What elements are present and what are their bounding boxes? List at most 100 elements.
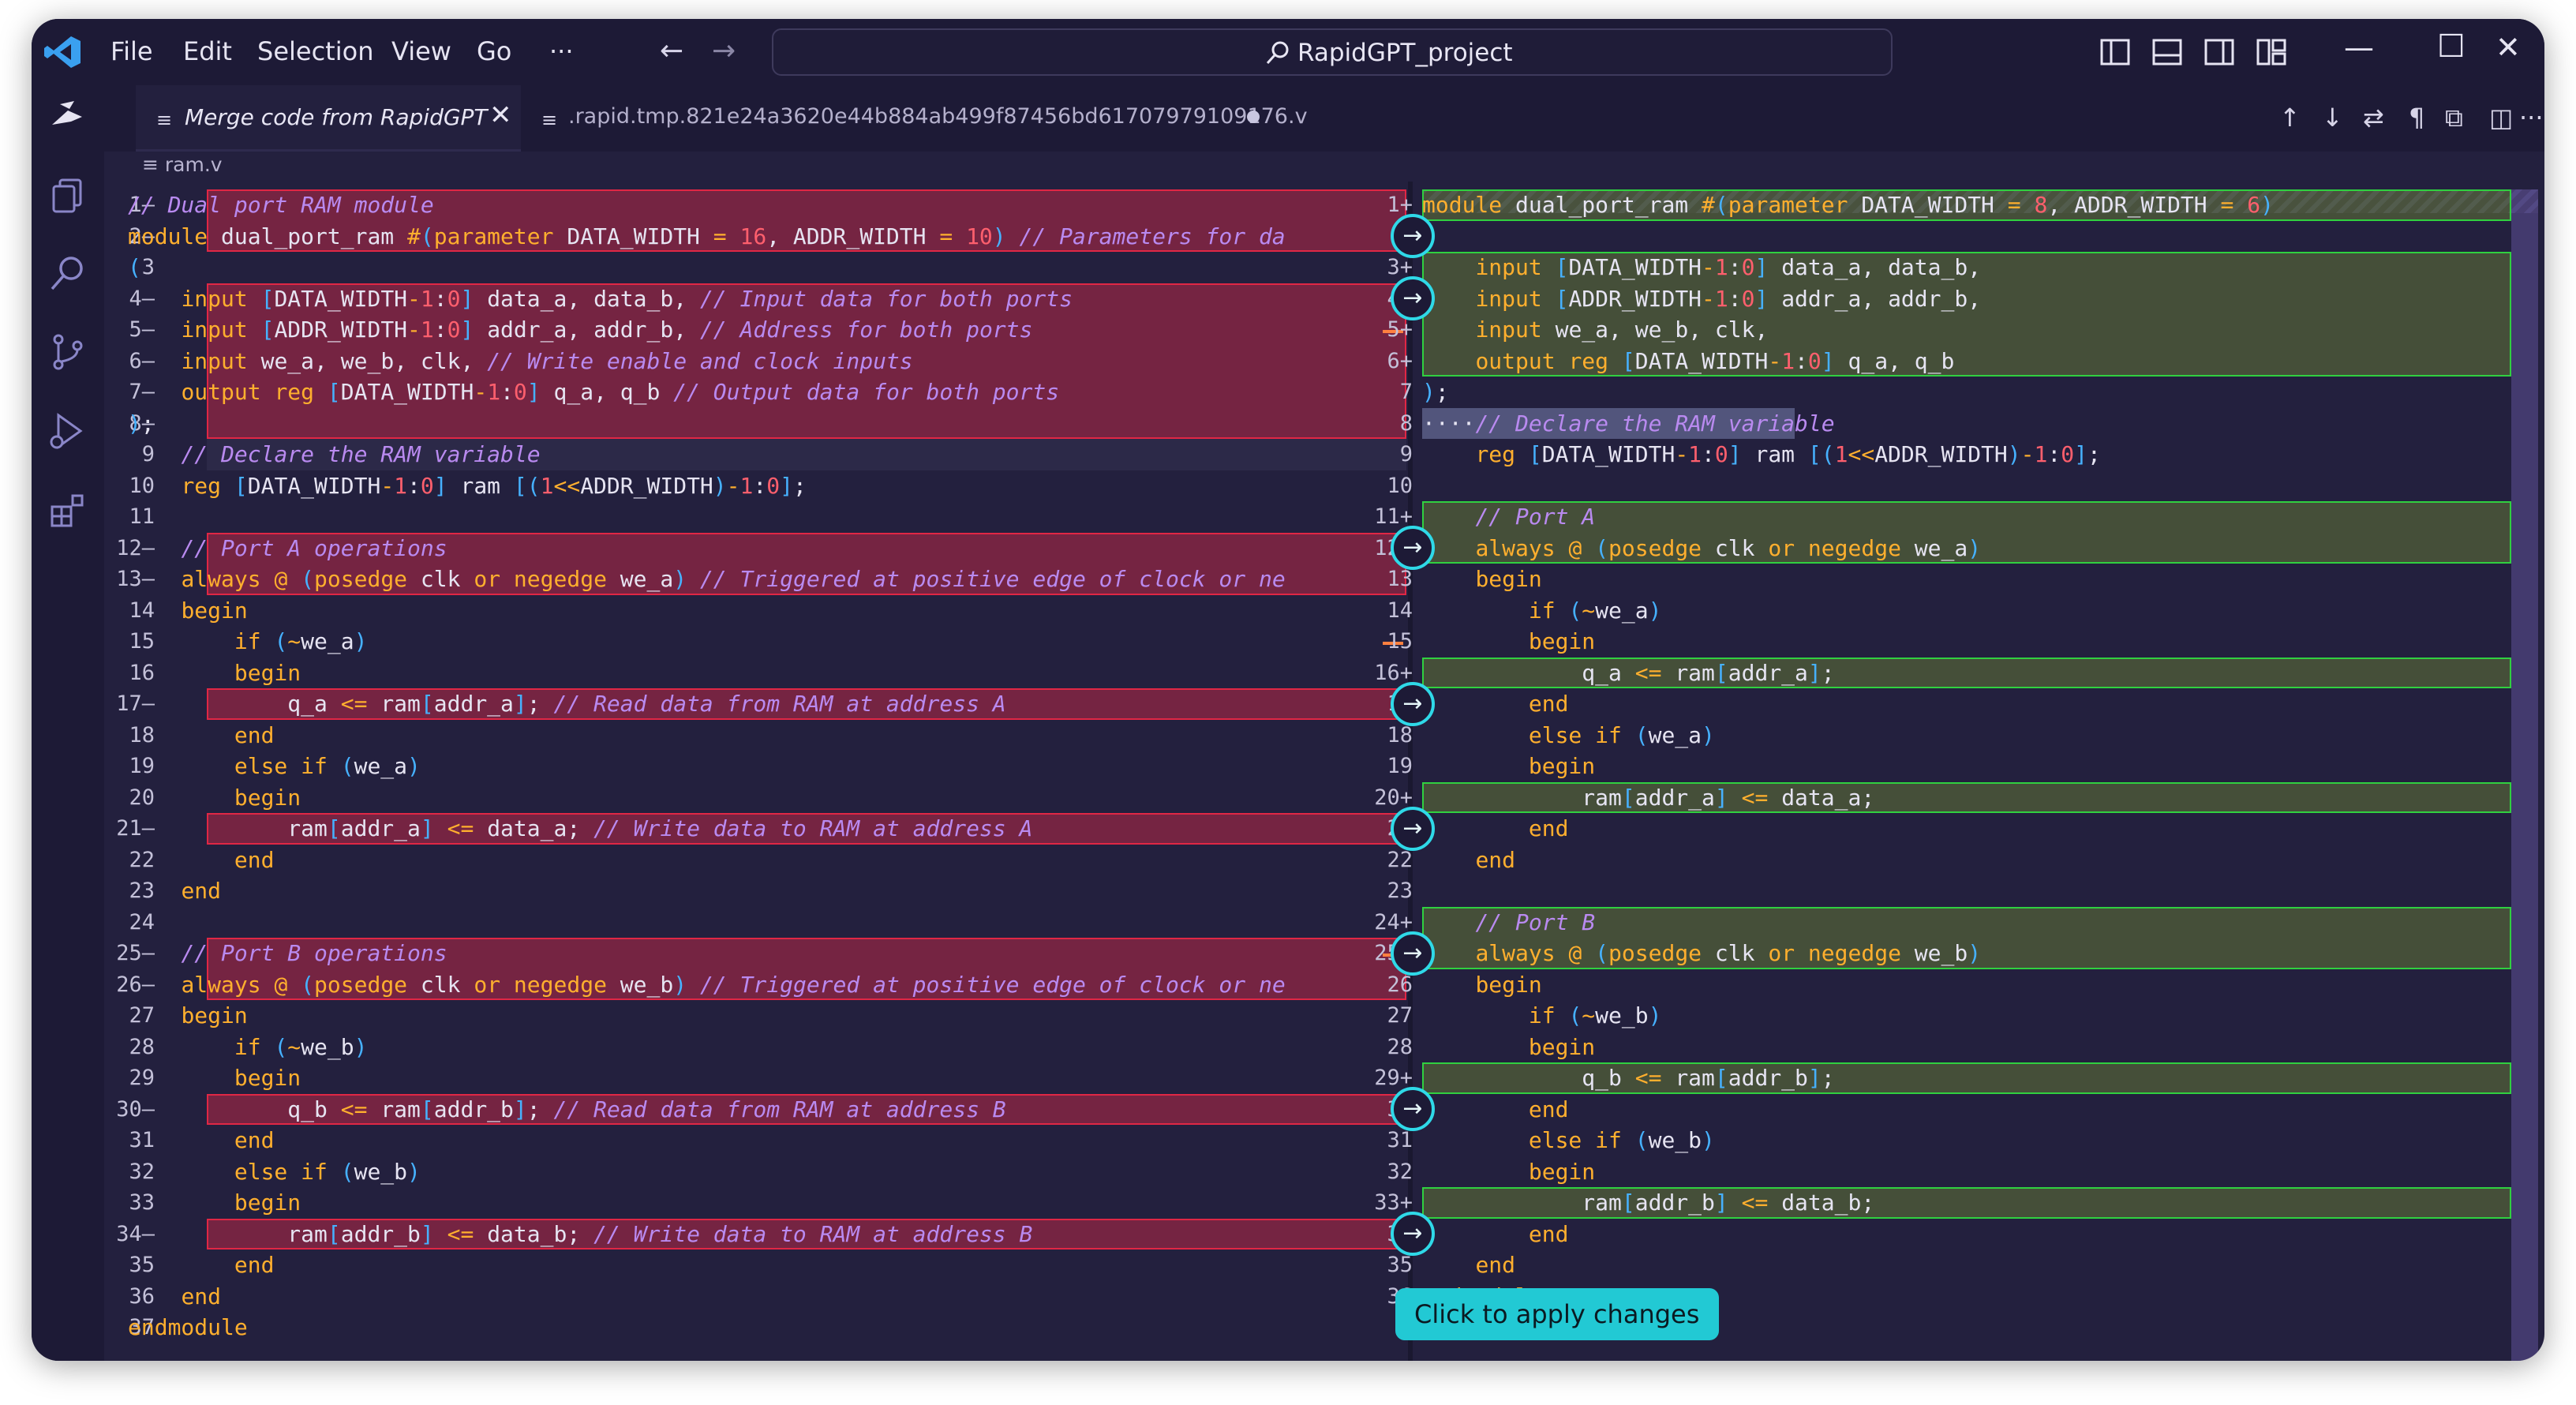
previous-change-icon[interactable]: ↑	[2279, 103, 2301, 133]
apply-change-arrow-button[interactable]: →	[1391, 276, 1435, 321]
code-line[interactable]: end	[128, 845, 275, 876]
code-line[interactable]: always @ (posedge clk or negedge we_b) /…	[128, 969, 1285, 1001]
code-line[interactable]: begin	[1422, 1032, 1595, 1063]
diff-editor[interactable]: 1— 2— 3 4— 5— 6— 7— 8— 9 10 11 12— 13— 14 15 16 17— 18 19 2…	[104, 182, 2544, 1361]
apply-change-arrow-button[interactable]: →	[1391, 1212, 1435, 1257]
toggle-primary-sidebar-icon[interactable]	[2099, 36, 2131, 68]
command-search-box[interactable]: RapidGPT_project	[772, 28, 1893, 76]
split-editor-icon[interactable]: ◫	[2489, 103, 2513, 133]
code-line[interactable]: module dual_port_ram #(parameter DATA_WI…	[128, 221, 1286, 253]
code-line[interactable]: // Port A	[1422, 501, 1595, 533]
code-line[interactable]: );	[128, 408, 155, 440]
code-line[interactable]: q_a <= ram[addr_a];	[1422, 658, 1834, 689]
code-line[interactable]: input [ADDR_WIDTH-1:0] addr_a, addr_b,	[1422, 283, 1981, 315]
code-line[interactable]: else if (we_b)	[128, 1156, 421, 1188]
menu-view[interactable]: View	[391, 36, 451, 66]
code-line[interactable]: reg [DATA_WIDTH-1:0] ram [(1<<ADDR_WIDTH…	[128, 470, 806, 502]
menu-selection[interactable]: Selection	[257, 36, 373, 66]
next-change-icon[interactable]: ↓	[2322, 103, 2343, 133]
tab-merge-code[interactable]: ≡ Merge code from RapidGPT ✕	[136, 85, 521, 152]
toggle-panel-icon[interactable]	[2151, 36, 2183, 68]
show-whitespace-icon[interactable]: ¶	[2409, 103, 2424, 133]
back-arrow-icon[interactable]: ←	[660, 35, 683, 67]
code-line[interactable]: output reg [DATA_WIDTH-1:0] q_a, q_b // …	[128, 377, 1059, 408]
code-line[interactable]: // Port A operations	[128, 533, 447, 564]
apply-change-arrow-button[interactable]: →	[1391, 806, 1435, 851]
code-line[interactable]: q_b <= ram[addr_b];	[1422, 1062, 1834, 1094]
apply-change-arrow-button[interactable]: →	[1391, 1087, 1435, 1132]
code-line[interactable]: endmodule	[128, 1312, 248, 1343]
menu-edit[interactable]: Edit	[183, 36, 232, 66]
minimap[interactable]	[2511, 189, 2538, 1361]
code-line[interactable]: end	[1422, 845, 1515, 876]
breadcrumb[interactable]: ≡ ram.v	[142, 153, 223, 176]
code-line[interactable]: begin	[1422, 564, 1541, 595]
code-line[interactable]: );	[1422, 377, 1449, 408]
menu-file[interactable]: File	[110, 36, 153, 66]
close-window-icon[interactable]: ✕	[2496, 30, 2521, 65]
code-line[interactable]: begin	[1422, 626, 1595, 658]
code-line[interactable]: ····// Declare the RAM variable	[1422, 408, 1835, 440]
code-line[interactable]: end	[128, 1281, 221, 1313]
code-line[interactable]: begin	[1422, 1156, 1595, 1188]
code-line[interactable]: else if (we_a)	[1422, 720, 1715, 751]
code-line[interactable]: end	[128, 1125, 275, 1156]
code-line[interactable]: begin	[128, 1187, 301, 1219]
code-line[interactable]: if (~we_a)	[128, 626, 368, 658]
code-line[interactable]: // Declare the RAM variable	[128, 439, 540, 470]
code-line[interactable]: input we_a, we_b, clk,	[1422, 314, 1768, 346]
apply-change-arrow-button[interactable]: →	[1391, 931, 1435, 976]
run-debug-icon[interactable]	[47, 410, 88, 451]
code-line[interactable]: if (~we_b)	[128, 1032, 368, 1063]
menu-more[interactable]: ···	[549, 36, 574, 66]
code-line[interactable]: end	[1422, 1094, 1569, 1126]
code-line[interactable]: end	[1422, 688, 1569, 720]
code-line[interactable]: // Port B operations	[128, 938, 447, 969]
code-line[interactable]: output reg [DATA_WIDTH-1:0] q_a, q_b	[1422, 346, 1954, 377]
explorer-files-icon[interactable]	[47, 175, 88, 216]
minimize-icon[interactable]: —	[2344, 30, 2374, 65]
code-line[interactable]: else if (we_a)	[128, 751, 421, 782]
search-icon[interactable]	[47, 253, 88, 294]
code-line[interactable]: else if (we_b)	[1422, 1125, 1715, 1156]
code-line[interactable]: if (~we_b)	[1422, 1000, 1662, 1032]
code-line[interactable]: begin	[1422, 751, 1595, 782]
code-line[interactable]: end	[1422, 1219, 1569, 1250]
code-line[interactable]: q_b <= ram[addr_b]; // Read data from RA…	[128, 1094, 1005, 1126]
apply-change-arrow-button[interactable]: →	[1391, 526, 1435, 571]
code-line[interactable]: input we_a, we_b, clk, // Write enable a…	[128, 346, 912, 377]
apply-change-arrow-button[interactable]: →	[1391, 214, 1435, 259]
rapidgpt-icon[interactable]	[47, 93, 88, 134]
code-line[interactable]: always @ (posedge clk or negedge we_a)	[1422, 533, 1981, 564]
tab-tmp-file[interactable]: ≡ .rapid.tmp.821e24a3620e44b884ab499f874…	[521, 85, 1310, 152]
code-line[interactable]: if (~we_a)	[1422, 595, 1662, 627]
code-line[interactable]: reg [DATA_WIDTH-1:0] ram [(1<<ADDR_WIDTH…	[1422, 439, 2100, 470]
code-line[interactable]: end	[1422, 1250, 1515, 1281]
extensions-icon[interactable]	[47, 489, 88, 530]
code-line[interactable]: input [DATA_WIDTH-1:0] data_a, data_b, /…	[128, 283, 1073, 315]
code-line[interactable]: begin	[128, 1000, 247, 1032]
code-line[interactable]: end	[128, 1250, 275, 1281]
code-line[interactable]: begin	[128, 782, 301, 814]
code-line[interactable]: input [DATA_WIDTH-1:0] data_a, data_b,	[1422, 252, 1981, 283]
code-line[interactable]: end	[128, 720, 275, 751]
more-actions-icon[interactable]: ···	[2519, 103, 2544, 133]
forward-arrow-icon[interactable]: →	[712, 35, 736, 67]
code-line[interactable]: input [ADDR_WIDTH-1:0] addr_a, addr_b, /…	[128, 314, 1032, 346]
source-control-icon[interactable]	[47, 332, 88, 373]
code-line[interactable]: end	[128, 875, 221, 907]
code-line[interactable]: // Port B	[1422, 907, 1595, 939]
code-line[interactable]: ram[addr_b] <= data_b; // Write data to …	[128, 1219, 1032, 1250]
open-changes-icon[interactable]: ⧉	[2445, 103, 2463, 133]
code-line[interactable]: always @ (posedge clk or negedge we_b)	[1422, 938, 1981, 969]
close-icon[interactable]: ✕	[489, 99, 512, 131]
code-line[interactable]: always @ (posedge clk or negedge we_a) /…	[128, 564, 1285, 595]
code-line[interactable]: end	[1422, 813, 1569, 845]
code-line[interactable]: q_a <= ram[addr_a]; // Read data from RA…	[128, 688, 1005, 720]
code-line[interactable]: begin	[1422, 969, 1541, 1001]
swap-sides-icon[interactable]: ⇄	[2363, 103, 2384, 133]
code-line[interactable]: ram[addr_a] <= data_a; // Write data to …	[128, 813, 1032, 845]
code-line[interactable]: (	[128, 252, 141, 283]
code-line[interactable]: begin	[128, 595, 247, 627]
menu-go[interactable]: Go	[477, 36, 511, 66]
